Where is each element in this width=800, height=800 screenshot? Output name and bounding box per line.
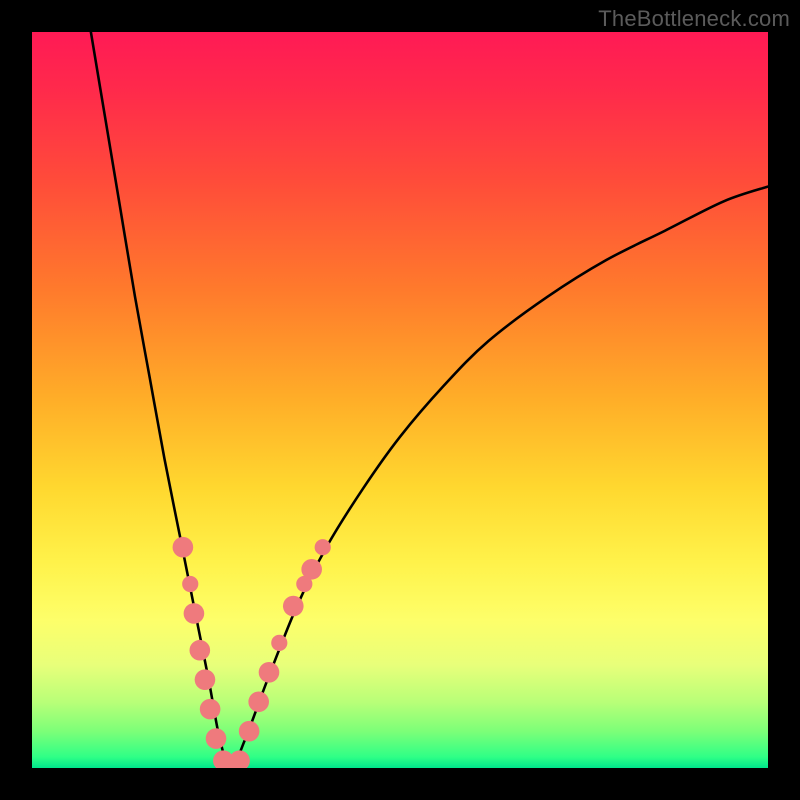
scatter-point [239, 721, 260, 742]
scatter-point [283, 596, 304, 617]
bottleneck-curve [91, 32, 768, 768]
scatter-point [301, 559, 322, 580]
highlight-points [173, 537, 331, 768]
plot-area [32, 32, 768, 768]
scatter-point [248, 691, 269, 712]
scatter-point [184, 603, 205, 624]
scatter-point [195, 669, 216, 690]
scatter-point [271, 635, 287, 651]
scatter-point [173, 537, 194, 558]
watermark-text: TheBottleneck.com [598, 6, 790, 32]
scatter-point [200, 699, 221, 720]
scatter-point [315, 539, 331, 555]
scatter-point [182, 576, 198, 592]
chart-svg [32, 32, 768, 768]
scatter-point [259, 662, 280, 683]
scatter-point [206, 728, 227, 749]
chart-frame: TheBottleneck.com [0, 0, 800, 800]
scatter-point [229, 750, 250, 768]
scatter-point [190, 640, 211, 661]
